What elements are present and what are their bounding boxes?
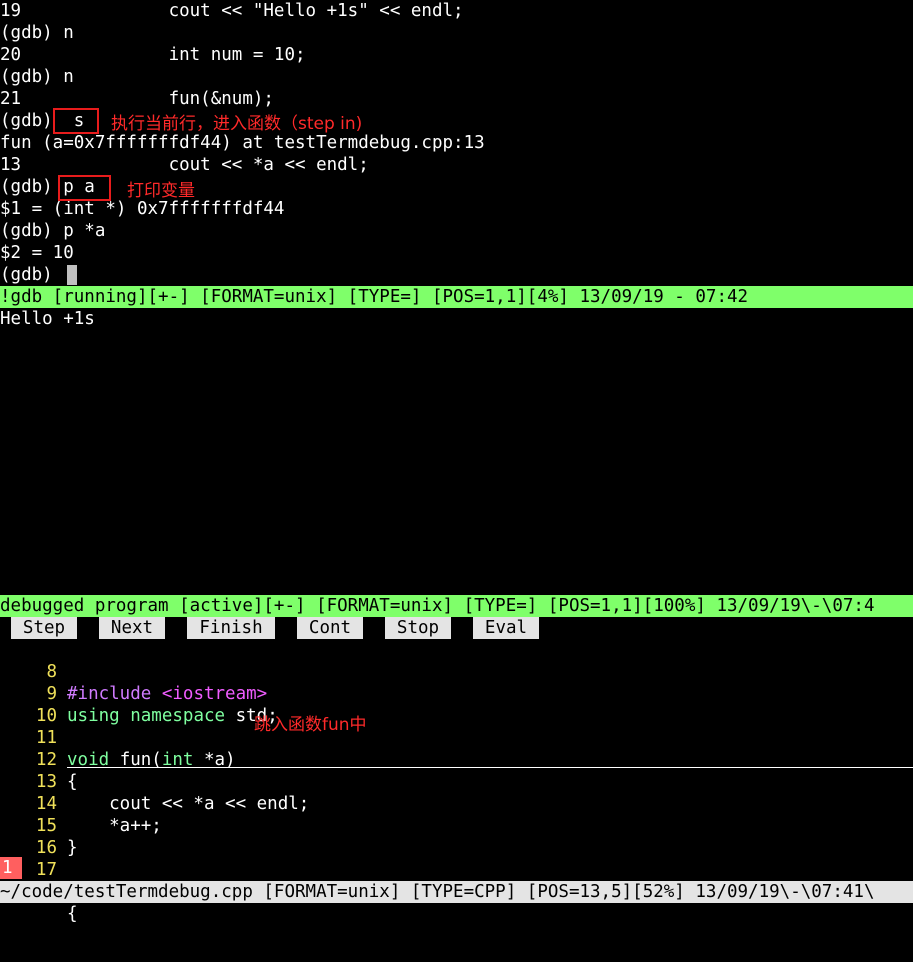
next-button[interactable]: Next bbox=[99, 617, 165, 639]
eval-button[interactable]: Eval bbox=[473, 617, 539, 639]
source-line: 16 bbox=[0, 815, 913, 858]
source-line: 17 int main() bbox=[0, 837, 913, 902]
source-line: 18 { bbox=[0, 859, 913, 924]
stop-button[interactable]: Stop bbox=[385, 617, 451, 639]
gdb-line: fun (a=0x7fffffffdf44) at testTermdebug.… bbox=[0, 133, 485, 153]
source-line: 15 } bbox=[0, 793, 913, 858]
source-line: 10 bbox=[0, 683, 913, 726]
source-line: 11 void fun(int *a) bbox=[0, 705, 913, 770]
gdb-line: $1 = (int *) 0x7fffffffdf44 bbox=[0, 199, 285, 219]
gdb-line: (gdb) p *a bbox=[0, 221, 106, 241]
terminal-cursor bbox=[67, 265, 77, 285]
debug-toolbar: Step Next Finish Cont Stop Eval bbox=[0, 617, 913, 639]
gdb-line: 19 cout << "Hello +1s" << endl; bbox=[0, 1, 464, 21]
gdb-line: (gdb) n bbox=[0, 67, 74, 87]
highlight-box-step bbox=[53, 108, 99, 134]
gdb-prompt-line[interactable]: (gdb) bbox=[0, 264, 63, 286]
breakpoint-sign[interactable]: 1 bbox=[0, 857, 22, 879]
annotation-step-in: 执行当前行，进入函数（step in) bbox=[111, 114, 363, 134]
gdb-line: (gdb) n bbox=[0, 23, 74, 43]
gdb-line: 13 cout << *a << endl; bbox=[0, 155, 369, 175]
gdb-line: 21 fun(&num); bbox=[0, 89, 274, 109]
current-line-underline bbox=[67, 767, 913, 768]
highlight-box-print bbox=[58, 175, 111, 201]
program-output-line: Hello +1s bbox=[0, 309, 95, 329]
annotation-print-variable: 打印变量 bbox=[127, 181, 195, 201]
source-status-bar: ~/code/testTermdebug.cpp [FORMAT=unix] [… bbox=[0, 881, 913, 903]
source-line: 9 using namespace std; bbox=[0, 661, 913, 726]
source-line: 14 *a++; bbox=[0, 771, 913, 836]
continue-button[interactable]: Cont bbox=[297, 617, 363, 639]
finish-button[interactable]: Finish bbox=[187, 617, 275, 639]
source-line: 8 #include <iostream> bbox=[0, 639, 913, 704]
gdb-line: 20 int num = 10; bbox=[0, 45, 306, 65]
code-text: { bbox=[67, 904, 78, 924]
source-line: 12 { bbox=[0, 727, 913, 792]
step-button[interactable]: Step bbox=[11, 617, 77, 639]
gdb-line: $2 = 10 bbox=[0, 243, 74, 263]
annotation-jump-into-fun: 跳入函数fun中 bbox=[254, 715, 367, 735]
program-status-bar: debugged program [active][+-] [FORMAT=un… bbox=[0, 595, 913, 617]
gdb-status-bar: !gdb [running][+-] [FORMAT=unix] [TYPE=]… bbox=[0, 286, 913, 308]
